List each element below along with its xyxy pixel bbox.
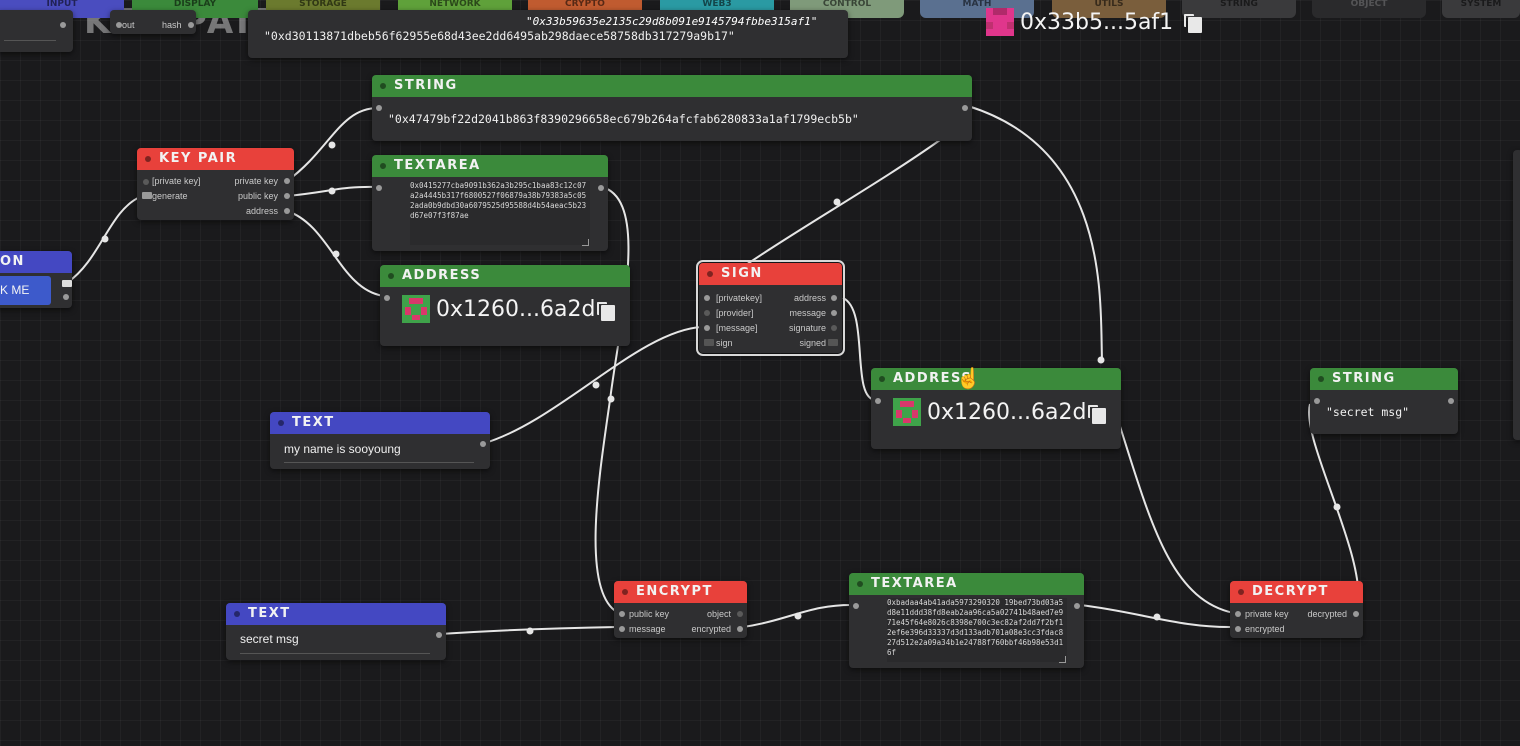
top-address-value: 0x33b5...5af1	[1020, 9, 1174, 35]
decrypt-title: DECRYPT	[1230, 581, 1363, 603]
hash-node[interactable]: out hash	[110, 10, 196, 34]
hash-input-label: out	[122, 20, 135, 30]
textarea-2-field[interactable]: 0xbadaa4ab41ada5973290320 19bed73bd03a5d…	[887, 598, 1067, 662]
textarea-node-1-title: TEXTAREA	[372, 155, 608, 177]
generate-checkbox[interactable]	[142, 192, 152, 199]
text-2-input[interactable]: secret msg	[240, 632, 299, 646]
decrypt-input-privatekey: private key	[1245, 609, 1289, 619]
textarea-node-2-title: TEXTAREA	[849, 573, 1084, 595]
sign-output-signature: signature	[788, 323, 826, 333]
keypair-node[interactable]: KEY PAIR [private key] generate private …	[137, 148, 294, 220]
palette-system[interactable]: SYSTEM	[1442, 0, 1520, 18]
keypair-output-publickey: public key	[237, 191, 278, 201]
sign-output-signed: signed	[799, 338, 826, 348]
sign-output-address: address	[793, 293, 826, 303]
top-string-overlay: "0x33b59635e2135c29d8b091e9145794fbbe315…	[526, 15, 818, 28]
string-node-2-title: STRING	[1310, 368, 1458, 390]
encrypt-input-publickey: public key	[629, 609, 670, 619]
identicon-icon	[986, 8, 1014, 36]
sign-output-message: message	[789, 308, 826, 318]
top-address-display: 0x33b5...5af1	[986, 8, 1173, 36]
wire-address-decrypt	[1117, 419, 1235, 614]
identicon-icon	[402, 295, 430, 323]
string-node-2[interactable]: STRING "secret msg"	[1310, 368, 1458, 434]
sign-checkbox[interactable]	[704, 339, 714, 346]
copy-icon[interactable]	[1088, 405, 1106, 424]
address-1-value: 0x1260...6a2d	[436, 296, 596, 322]
string-node-2-value: "secret msg"	[1326, 405, 1410, 419]
top-string-value: "0xd30113871dbeb56f62955e68d43ee2dd6495a…	[264, 29, 735, 43]
address-node-2[interactable]: ADDRESS 0x1260...6a2d	[871, 368, 1121, 449]
sign-input-message: [message]	[716, 323, 758, 333]
partial-input-node[interactable]	[0, 10, 73, 52]
button-node[interactable]: ON K ME	[0, 251, 72, 308]
string-node-1-title: STRING	[372, 75, 972, 97]
text-node-1-title: TEXT	[270, 412, 490, 434]
keypair-output-address: address	[245, 206, 278, 216]
encrypt-output-object: object	[706, 609, 731, 619]
string-node-1-value: "0x47479bf22d2041b863f8390296658ec679b26…	[388, 112, 859, 126]
button-node-title: ON	[0, 251, 72, 273]
copy-icon[interactable]	[1184, 14, 1202, 33]
keypair-title: KEY PAIR	[137, 148, 294, 170]
sign-input-provider: [provider]	[716, 308, 754, 318]
copy-icon[interactable]	[597, 302, 615, 321]
sign-title: SIGN	[699, 263, 842, 285]
text-node-2[interactable]: TEXT secret msg	[226, 603, 446, 660]
encrypt-node[interactable]: ENCRYPT public key message object encryp…	[614, 581, 747, 638]
string-node-1[interactable]: STRING "0x47479bf22d2041b863f8390296658e…	[372, 75, 972, 141]
wire-string-decrypt	[967, 105, 1103, 361]
sign-input-sign: sign	[716, 338, 733, 348]
palette-object[interactable]: OBJECT	[1312, 0, 1426, 18]
text-node-2-title: TEXT	[226, 603, 446, 625]
sign-node[interactable]: SIGN [privatekey] [provider] [message] s…	[696, 260, 845, 356]
textarea-node-1[interactable]: TEXTAREA 0x0415277cba9091b362a3b295c1baa…	[372, 155, 608, 251]
click-me-button[interactable]: K ME	[0, 276, 51, 305]
text-node-1[interactable]: TEXT my name is sooyoung	[270, 412, 490, 469]
encrypt-output-encrypted: encrypted	[691, 624, 731, 634]
palette-string[interactable]: STRING	[1182, 0, 1296, 18]
decrypt-input-encrypted: encrypted	[1245, 624, 1285, 634]
sign-input-privatekey: [privatekey]	[716, 293, 763, 303]
text-1-input[interactable]: my name is sooyoung	[284, 442, 401, 456]
encrypt-input-message: message	[629, 624, 666, 634]
address-node-1[interactable]: ADDRESS 0x1260...6a2d	[380, 265, 630, 346]
keypair-input-generate: generate	[152, 191, 188, 201]
output-port[interactable]	[60, 22, 66, 28]
textarea-node-2[interactable]: TEXTAREA 0xbadaa4ab41ada5973290320 19bed…	[849, 573, 1084, 668]
decrypt-node[interactable]: DECRYPT private key encrypted decrypted	[1230, 581, 1363, 638]
hand-cursor-icon: ☝	[956, 368, 981, 390]
address-node-2-title: ADDRESS	[871, 368, 1121, 390]
partial-right-node[interactable]	[1513, 150, 1520, 440]
encrypt-title: ENCRYPT	[614, 581, 747, 603]
hash-output-label: hash	[162, 20, 182, 30]
textarea-1-field[interactable]: 0x0415277cba9091b362a3b295c1baa83c12c07a…	[410, 181, 590, 245]
decrypt-output-decrypted: decrypted	[1307, 609, 1347, 619]
keypair-output-privatekey: private key	[234, 176, 278, 186]
keypair-input-privatekey: [private key]	[152, 176, 201, 186]
identicon-icon	[893, 398, 921, 426]
address-2-value: 0x1260...6a2d	[927, 399, 1087, 425]
address-node-1-title: ADDRESS	[380, 265, 630, 287]
